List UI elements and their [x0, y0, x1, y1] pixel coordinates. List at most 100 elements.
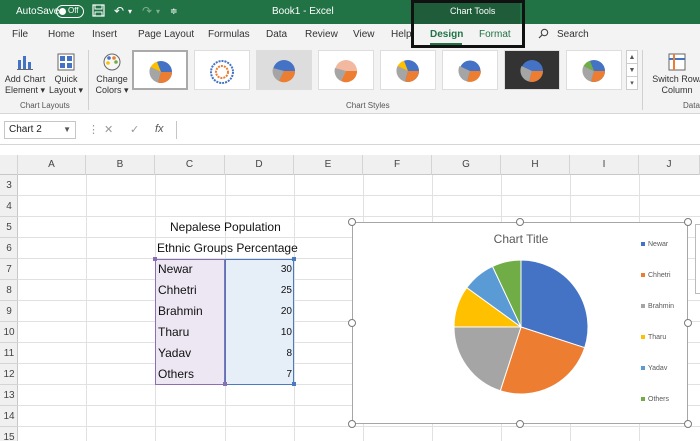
chart-style-thumb[interactable] — [194, 50, 250, 90]
undo-dropdown-icon[interactable]: ▾ — [128, 7, 132, 16]
range-handle[interactable] — [223, 382, 227, 386]
customize-toolbar-icon[interactable]: ≑ — [170, 6, 178, 17]
resize-handle[interactable] — [348, 319, 356, 327]
chart-style-thumb[interactable] — [442, 50, 498, 90]
chevron-down-icon[interactable]: ▼ — [63, 125, 71, 134]
table-row-value[interactable]: 10 — [225, 322, 292, 343]
insert-function-icon[interactable]: fx — [155, 123, 164, 135]
table-row-value[interactable]: 25 — [225, 280, 292, 301]
resize-handle[interactable] — [348, 218, 356, 226]
switch-row-column-button[interactable]: Switch Row/ Column — [650, 52, 700, 96]
tab-insert[interactable]: Insert — [92, 29, 117, 40]
tab-file[interactable]: File — [12, 29, 28, 40]
chart-style-thumb[interactable] — [566, 50, 622, 90]
row-header[interactable]: 12 — [0, 364, 18, 385]
column-header-d[interactable]: D — [225, 155, 294, 175]
legend-item[interactable]: Newar — [641, 241, 668, 248]
more-styles-icon[interactable]: ▾ — [627, 77, 637, 90]
switch-row-column-icon — [667, 52, 687, 72]
tab-format[interactable]: Format — [479, 29, 511, 40]
add-chart-element-button[interactable]: Add Chart Element ▾ — [4, 52, 46, 96]
search-box[interactable]: Search — [557, 29, 589, 40]
tab-help[interactable]: Help — [391, 29, 412, 40]
chart-style-thumb[interactable] — [256, 50, 312, 90]
resize-handle[interactable] — [684, 319, 692, 327]
name-box[interactable]: Chart 2 ▼ — [4, 121, 76, 139]
autosave-toggle[interactable]: Off — [56, 5, 84, 18]
redo-dropdown-icon[interactable]: ▾ — [156, 7, 160, 16]
row-header[interactable]: 11 — [0, 343, 18, 364]
row-header[interactable]: 10 — [0, 322, 18, 343]
legend-item[interactable]: Others — [641, 396, 669, 403]
column-header-i[interactable]: I — [570, 155, 639, 175]
quick-layout-button[interactable]: Quick Layout ▾ — [48, 52, 84, 96]
column-header-c[interactable]: C — [155, 155, 225, 175]
row-header[interactable]: 4 — [0, 196, 18, 217]
pie-plot — [453, 259, 589, 395]
enter-icon[interactable]: ✓ — [130, 123, 139, 136]
legend-item[interactable]: Tharu — [641, 334, 666, 341]
resize-handle[interactable] — [684, 218, 692, 226]
redo-icon[interactable]: ↷ — [142, 4, 152, 18]
scroll-down-icon[interactable]: ▼ — [627, 64, 637, 77]
column-header-f[interactable]: F — [363, 155, 432, 175]
table-row-value[interactable]: 20 — [225, 301, 292, 322]
table-row-group[interactable]: Tharu — [158, 322, 189, 343]
legend-item[interactable]: Brahmin — [641, 303, 674, 310]
row-header[interactable]: 3 — [0, 175, 18, 196]
chart-style-thumb[interactable] — [132, 50, 188, 90]
resize-handle[interactable] — [348, 420, 356, 428]
legend-item[interactable]: Chhetri — [641, 272, 671, 279]
column-header-a[interactable]: A — [18, 155, 86, 175]
row-header[interactable]: 9 — [0, 301, 18, 322]
select-all-corner[interactable] — [0, 155, 18, 175]
range-handle[interactable] — [292, 257, 296, 261]
tab-page-layout[interactable]: Page Layout — [138, 29, 194, 40]
formula-input[interactable] — [176, 121, 700, 139]
tab-view[interactable]: View — [353, 29, 375, 40]
resize-handle[interactable] — [516, 420, 524, 428]
row-header[interactable]: 13 — [0, 385, 18, 406]
table-row-value[interactable]: 30 — [225, 259, 292, 280]
column-header-h[interactable]: H — [501, 155, 570, 175]
column-header-e[interactable]: E — [294, 155, 363, 175]
change-colors-button[interactable]: Change Colors ▾ — [94, 52, 130, 96]
save-icon[interactable] — [92, 4, 105, 20]
search-icon[interactable] — [538, 28, 549, 42]
tab-review[interactable]: Review — [305, 29, 338, 40]
pie-chart[interactable]: Chart Title Newar Chhetri Brahmin Tharu Yada… — [352, 222, 688, 424]
cancel-icon[interactable]: ✕ — [104, 123, 113, 136]
tab-design[interactable]: Design — [430, 29, 463, 40]
table-row-value[interactable]: 7 — [225, 364, 292, 385]
row-header[interactable]: 14 — [0, 406, 18, 427]
row-header[interactable]: 7 — [0, 259, 18, 280]
column-header-g[interactable]: G — [432, 155, 501, 175]
chart-side-buttons[interactable] — [695, 224, 700, 294]
row-header[interactable]: 8 — [0, 280, 18, 301]
table-row-group[interactable]: Newar — [158, 259, 193, 280]
range-handle[interactable] — [153, 257, 157, 261]
column-header-j[interactable]: J — [639, 155, 700, 175]
range-handle[interactable] — [292, 382, 296, 386]
row-header[interactable]: 5 — [0, 217, 18, 238]
row-header[interactable]: 15 — [0, 427, 18, 441]
tab-formulas[interactable]: Formulas — [208, 29, 250, 40]
chart-style-thumb[interactable] — [380, 50, 436, 90]
row-header[interactable]: 6 — [0, 238, 18, 259]
table-row-group[interactable]: Chhetri — [158, 280, 197, 301]
chart-styles-gallery — [132, 50, 624, 94]
resize-handle[interactable] — [684, 420, 692, 428]
tab-home[interactable]: Home — [48, 29, 75, 40]
tab-data[interactable]: Data — [266, 29, 287, 40]
column-header-b[interactable]: B — [86, 155, 155, 175]
table-row-group[interactable]: Brahmin — [158, 301, 203, 322]
scroll-up-icon[interactable]: ▲ — [627, 51, 637, 64]
table-row-group[interactable]: Others — [158, 364, 194, 385]
table-row-value[interactable]: 8 — [225, 343, 292, 364]
chart-style-thumb[interactable] — [318, 50, 374, 90]
table-row-group[interactable]: Yadav — [158, 343, 191, 364]
chart-style-thumb[interactable] — [504, 50, 560, 90]
undo-icon[interactable]: ↶ — [114, 4, 124, 18]
legend-item[interactable]: Yadav — [641, 365, 667, 372]
resize-handle[interactable] — [516, 218, 524, 226]
